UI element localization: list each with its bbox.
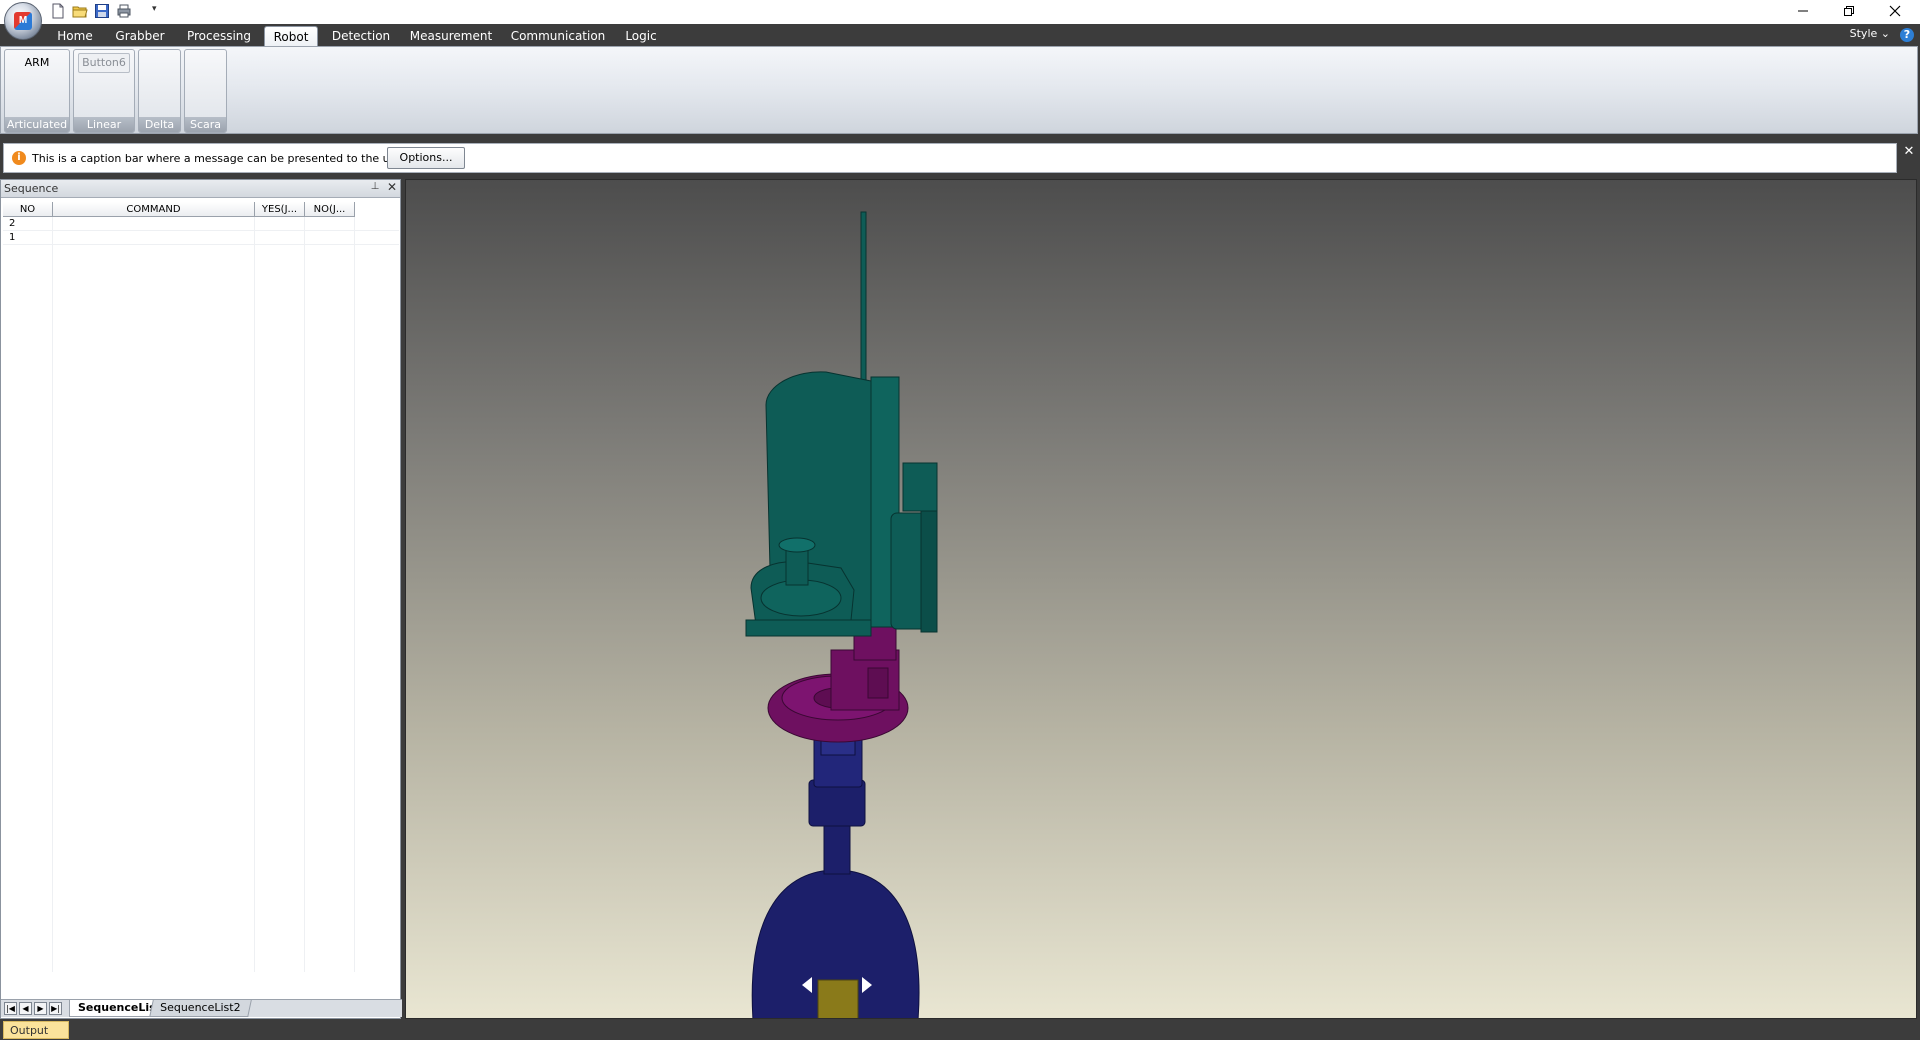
message-bar-close-icon[interactable]: ✕ — [1902, 144, 1916, 159]
tab-robot[interactable]: Robot — [264, 26, 318, 46]
last-icon[interactable]: ▶| — [49, 1002, 62, 1015]
ribbon-group-caption: Delta — [139, 117, 180, 132]
grid-line — [354, 217, 355, 972]
ribbon-group-caption: Scara — [185, 117, 226, 132]
application-menu-button[interactable]: M — [4, 2, 42, 40]
cell-yes-jump[interactable] — [255, 231, 305, 245]
output-tab[interactable]: Output — [3, 1021, 69, 1039]
style-menu[interactable]: Style ⌄ — [1850, 27, 1890, 40]
cell-no[interactable]: 1 — [3, 231, 53, 245]
ribbon-tab-bar: Home Grabber Processing Robot Detection … — [0, 24, 1920, 46]
chevron-down-icon: ⌄ — [1880, 27, 1890, 40]
new-icon[interactable] — [50, 3, 68, 20]
status-bar — [0, 1020, 1920, 1040]
cell-no-jump[interactable] — [305, 217, 355, 231]
print-icon[interactable] — [116, 3, 134, 20]
cell-yes-jump[interactable] — [255, 217, 305, 231]
cell-command[interactable] — [53, 231, 255, 245]
save-icon[interactable] — [94, 3, 112, 20]
column-header-no-jump[interactable]: NO(J... — [305, 202, 355, 217]
sequence-panel: Sequence ⊥ ✕ NO COMMAND YES(J... NO(J...… — [0, 179, 402, 1019]
sequence-close-icon[interactable]: ✕ — [385, 180, 399, 196]
message-text: This is a caption bar where a message ca… — [32, 152, 410, 165]
button6-button[interactable]: Button6 — [78, 53, 130, 73]
robot-3d-viewport[interactable] — [405, 179, 1917, 1019]
column-header-command[interactable]: COMMAND — [53, 202, 255, 217]
grid-line — [52, 217, 53, 972]
robot-base — [751, 724, 920, 1018]
pin-icon[interactable]: ⊥ — [369, 181, 381, 195]
ribbon-group-scara: Scara — [184, 49, 227, 133]
tab-processing[interactable]: Processing — [182, 26, 256, 46]
grid-line — [254, 217, 255, 972]
help-icon[interactable]: ? — [1900, 28, 1914, 42]
tab-communication[interactable]: Communication — [508, 26, 608, 46]
close-icon[interactable] — [1872, 0, 1918, 22]
app-logo-icon: M — [14, 12, 32, 30]
message-bar: i This is a caption bar where a message … — [3, 143, 1897, 173]
cell-no[interactable]: 2 — [3, 217, 53, 231]
tab-measurement[interactable]: Measurement — [406, 26, 496, 46]
cell-command[interactable] — [53, 217, 255, 231]
tab-grabber[interactable]: Grabber — [110, 26, 170, 46]
table-row[interactable]: 2 — [3, 217, 399, 231]
next-icon[interactable]: ▶ — [34, 1002, 47, 1015]
ribbon-panel: ARM Articulated Button6 Linear Delta Sca… — [0, 46, 1918, 134]
options-button[interactable]: Options... — [387, 147, 465, 169]
tab-detection[interactable]: Detection — [328, 26, 394, 46]
robot-top-link — [745, 211, 938, 637]
ribbon-group-delta: Delta — [138, 49, 181, 133]
ribbon-group-caption: Linear — [74, 117, 134, 132]
sheet-tab-bar: |◀ ◀ ▶ ▶| SequenceList SequenceList2 — [1, 999, 402, 1017]
sheet-tab-label: SequenceList2 — [160, 1001, 241, 1014]
open-icon[interactable] — [72, 3, 90, 20]
tab-logic[interactable]: Logic — [620, 26, 662, 46]
quick-access-dropdown-icon[interactable]: ▾ — [152, 4, 162, 18]
style-label: Style — [1849, 27, 1878, 40]
cell-no-jump[interactable] — [305, 231, 355, 245]
sequence-panel-title: Sequence — [4, 182, 59, 195]
info-icon: i — [12, 151, 26, 165]
minimize-icon[interactable] — [1780, 0, 1826, 22]
robot-arm-model — [745, 211, 938, 1018]
ribbon-group-articulated: ARM Articulated — [4, 49, 70, 133]
column-header-yes-jump[interactable]: YES(J... — [255, 202, 305, 217]
title-bar: ▾ — [0, 0, 1920, 24]
arm-button[interactable]: ARM — [5, 56, 69, 69]
sheet-tab-sequencelist2[interactable]: SequenceList2 — [149, 1000, 252, 1017]
sequence-panel-header: Sequence ⊥ ✕ — [1, 180, 400, 198]
ribbon-group-linear: Button6 Linear — [73, 49, 135, 133]
table-row[interactable]: 1 — [3, 231, 399, 245]
first-icon[interactable]: |◀ — [4, 1002, 17, 1015]
sequence-grid[interactable]: NO COMMAND YES(J... NO(J... 2 1 — [3, 202, 399, 972]
ribbon-group-caption: Articulated — [5, 117, 69, 132]
prev-icon[interactable]: ◀ — [19, 1002, 32, 1015]
column-header-no[interactable]: NO — [3, 202, 53, 217]
restore-icon[interactable] — [1826, 0, 1872, 22]
grid-line — [304, 217, 305, 972]
tab-home[interactable]: Home — [52, 26, 98, 46]
